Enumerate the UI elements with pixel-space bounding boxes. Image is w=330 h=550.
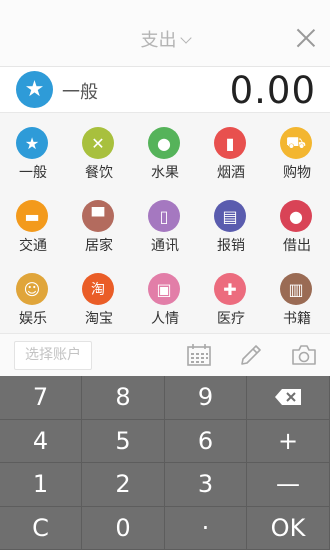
category-item[interactable]: ⛟ 购物 xyxy=(264,113,330,186)
key-0[interactable]: 0 xyxy=(82,506,165,550)
key-label: 0 xyxy=(115,513,131,542)
category-item[interactable]: ✕ 餐饮 xyxy=(66,113,132,186)
category-item[interactable]: ★ 一般 xyxy=(0,113,66,186)
category-label: 医疗 xyxy=(217,311,245,327)
type-selector-label: 支出 xyxy=(140,30,177,51)
category-grid: ★ 一般 ✕ 餐饮 ● 水果 ▮ 烟酒 ⛟ 购物 ▬ 交通 ▀ 居家 ▯ 通讯 ▤ 报销 ● 借出 ☺ 娱乐 淘淘宝 ▣ 人情 ✚… xyxy=(0,113,330,333)
category-label: 娱乐 xyxy=(19,311,47,327)
category-item[interactable]: ▀ 居家 xyxy=(66,186,132,259)
category-label: 水果 xyxy=(151,165,179,181)
key-label: 3 xyxy=(197,470,214,499)
key-7[interactable]: 7 xyxy=(0,376,82,420)
category-label: 烟酒 xyxy=(217,165,245,181)
key-label: 7 xyxy=(32,383,49,412)
key-label: C xyxy=(32,513,49,542)
star-icon: ★ xyxy=(16,127,48,159)
category-item[interactable]: ☺ 娱乐 xyxy=(0,259,66,332)
key-label: · xyxy=(201,513,210,542)
key-label: 8 xyxy=(115,383,131,412)
amount-row: ★ 一般 0.00 xyxy=(0,67,330,113)
key-label: OK xyxy=(270,513,306,542)
selected-category-label: 一般 xyxy=(62,82,98,103)
key-2[interactable]: 2 xyxy=(82,463,165,507)
sofa-icon: ▀ xyxy=(82,200,114,232)
category-label: 书籍 xyxy=(283,311,311,327)
pencil-icon[interactable] xyxy=(238,343,264,367)
book-icon: ▥ xyxy=(280,273,312,305)
minus-key[interactable]: — xyxy=(247,463,330,507)
category-label: 人情 xyxy=(151,311,179,327)
category-label: 一般 xyxy=(19,165,47,181)
dot-key[interactable]: · xyxy=(165,506,247,550)
category-item[interactable]: ✚ 医疗 xyxy=(198,259,264,332)
key-label: 2 xyxy=(115,470,131,499)
category-item[interactable]: ▥ 书籍 xyxy=(264,259,330,332)
category-item[interactable]: ▬ 交通 xyxy=(0,186,66,259)
key-label: 5 xyxy=(115,426,131,455)
phone-icon: ▯ xyxy=(148,200,180,232)
key-label: 6 xyxy=(197,426,214,455)
star-icon[interactable]: ★ xyxy=(16,71,53,108)
key-label: — xyxy=(276,470,300,499)
medical-kit-icon: ✚ xyxy=(214,273,246,305)
category-item[interactable]: ● 借出 xyxy=(264,186,330,259)
gift-icon: ▣ xyxy=(148,273,180,305)
type-selector[interactable]: 支出 xyxy=(0,26,330,52)
key-label: + xyxy=(277,426,299,455)
key-label: 9 xyxy=(197,383,214,412)
category-item[interactable]: ● 水果 xyxy=(132,113,198,186)
category-label: 餐饮 xyxy=(85,165,113,181)
category-item[interactable]: ▣ 人情 xyxy=(132,259,198,332)
key-4[interactable]: 4 xyxy=(0,419,82,463)
key-label: 4 xyxy=(32,426,49,455)
category-label: 通讯 xyxy=(151,238,179,254)
user-lend-icon: ● xyxy=(280,200,312,232)
category-item[interactable]: ▯ 通讯 xyxy=(132,186,198,259)
close-icon[interactable] xyxy=(296,28,316,48)
category-label: 借出 xyxy=(283,238,311,254)
smile-icon: ☺ xyxy=(16,273,48,305)
account-select-button[interactable]: 选择账户 xyxy=(14,341,92,370)
key-3[interactable]: 3 xyxy=(165,463,247,507)
backspace-key[interactable] xyxy=(247,376,330,420)
category-label: 交通 xyxy=(19,238,47,254)
chevron-down-icon xyxy=(179,32,192,44)
category-label: 购物 xyxy=(283,165,311,181)
category-label: 居家 xyxy=(85,238,113,254)
number-keypad: 7 8 9 4 5 6 +1 2 3 — C 0 · OK xyxy=(0,376,330,550)
clear-key[interactable]: C xyxy=(0,506,82,550)
category-item[interactable]: ▮ 烟酒 xyxy=(198,113,264,186)
key-8[interactable]: 8 xyxy=(82,376,165,420)
key-6[interactable]: 6 xyxy=(165,419,247,463)
document-check-icon: ▤ xyxy=(214,200,246,232)
ok-key[interactable]: OK xyxy=(247,506,330,550)
key-9[interactable]: 9 xyxy=(165,376,247,420)
category-label: 报销 xyxy=(217,238,245,254)
key-5[interactable]: 5 xyxy=(82,419,165,463)
calendar-icon[interactable] xyxy=(186,343,212,367)
fork-knife-icon: ✕ xyxy=(82,127,114,159)
camera-icon[interactable] xyxy=(291,343,317,367)
amount-display: 0.00 xyxy=(229,69,316,112)
car-icon: ▬ xyxy=(16,200,48,232)
bottle-icon: ▮ xyxy=(214,127,246,159)
apple-icon: ● xyxy=(148,127,180,159)
category-label: 淘宝 xyxy=(85,311,113,327)
category-item[interactable]: ▤ 报销 xyxy=(198,186,264,259)
toolbar: 选择账户 xyxy=(0,333,330,376)
header-bar: 支出 xyxy=(0,0,330,67)
key-label: 1 xyxy=(32,470,49,499)
taobao-icon: 淘 xyxy=(82,273,114,305)
cart-icon: ⛟ xyxy=(280,127,312,159)
category-item[interactable]: 淘淘宝 xyxy=(66,259,132,332)
plus-key[interactable]: + xyxy=(247,419,330,463)
key-1[interactable]: 1 xyxy=(0,463,82,507)
backspace-icon xyxy=(275,389,301,406)
